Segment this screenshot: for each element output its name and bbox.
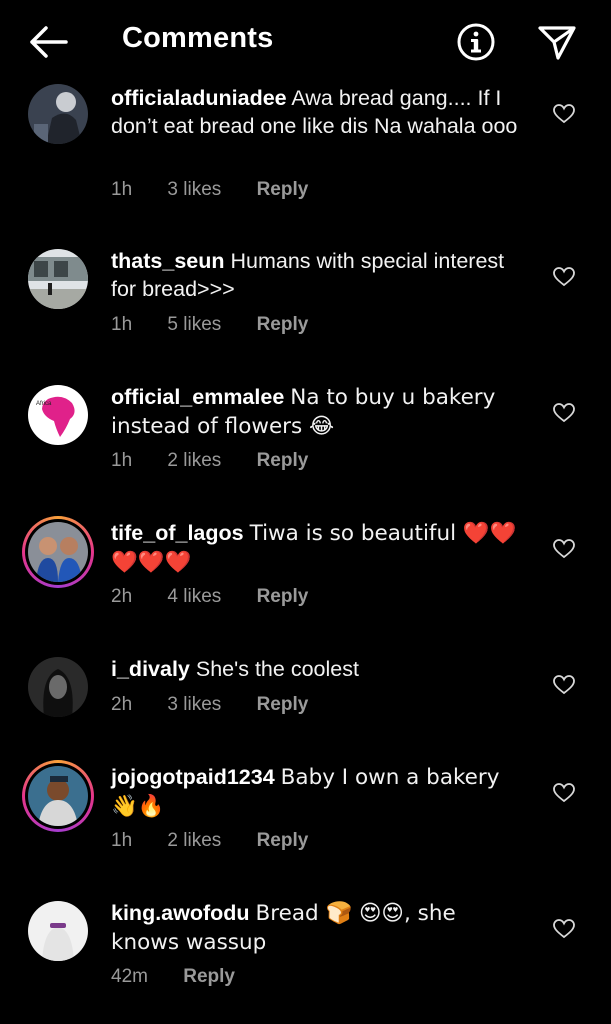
heart-outline-icon[interactable] — [553, 919, 575, 939]
info-icon[interactable] — [456, 22, 496, 62]
comment-username[interactable]: tife_of_lagos — [111, 521, 244, 545]
reply-button[interactable]: Reply — [257, 586, 309, 607]
comment-time: 2h — [111, 694, 133, 715]
avatar[interactable] — [28, 766, 88, 826]
comment-likes[interactable]: 5 likes — [167, 314, 221, 335]
comment-meta: 42m Reply — [111, 966, 265, 988]
reply-button[interactable]: Reply — [257, 450, 309, 471]
comment-meta: 1h 5 likes Reply — [111, 314, 338, 336]
story-ring[interactable] — [22, 760, 94, 832]
comment-time: 1h — [111, 179, 133, 200]
heart-outline-icon[interactable] — [553, 104, 575, 124]
back-arrow-icon[interactable] — [26, 24, 70, 60]
comment-meta: 2h 4 likes Reply — [111, 586, 338, 608]
avatar[interactable] — [28, 84, 88, 144]
avatar[interactable] — [28, 657, 88, 717]
avatar-text: Africa — [36, 401, 52, 407]
heart-outline-icon[interactable] — [553, 675, 575, 695]
comment-text: officialaduniadee Awa bread gang.... If … — [111, 84, 521, 140]
comment-body: She's the coolest — [195, 657, 359, 681]
avatar[interactable]: Africa — [28, 385, 88, 445]
comment-time: 2h — [111, 586, 133, 607]
comment-likes[interactable]: 2 likes — [167, 830, 221, 851]
comment-time: 42m — [111, 966, 148, 987]
comment-text: king.awofodu Bread 🍞 😍😍, she knows wassu… — [111, 899, 521, 957]
comment-text: tife_of_lagos Tiwa is so beautiful ❤️❤️❤… — [111, 519, 521, 577]
comment-text: i_divaly She's the coolest — [111, 655, 521, 683]
comment-time: 1h — [111, 830, 133, 851]
reply-button[interactable]: Reply — [257, 314, 309, 335]
comment-likes[interactable]: 4 likes — [167, 586, 221, 607]
comment-likes[interactable]: 3 likes — [167, 179, 221, 200]
comment-time: 1h — [111, 314, 133, 335]
paper-plane-icon[interactable] — [536, 22, 578, 62]
comment-likes[interactable]: 3 likes — [167, 694, 221, 715]
avatar[interactable] — [28, 522, 88, 582]
comment-username[interactable]: officialaduniadee — [111, 86, 287, 110]
comment-username[interactable]: official_emmalee — [111, 385, 284, 409]
comment-meta: 1h 2 likes Reply — [111, 830, 338, 852]
comment-username[interactable]: king.awofodu — [111, 901, 250, 925]
heart-outline-icon[interactable] — [553, 783, 575, 803]
page-title: Comments — [122, 22, 274, 54]
avatar[interactable] — [28, 249, 88, 309]
reply-button[interactable]: Reply — [257, 179, 309, 200]
comment-meta: 2h 3 likes Reply — [111, 694, 338, 716]
comment-username[interactable]: thats_seun — [111, 249, 225, 273]
comment-username[interactable]: jojogotpaid1234 — [111, 765, 275, 789]
comment-text: thats_seun Humans with special interest … — [111, 247, 521, 303]
reply-button[interactable]: Reply — [257, 830, 309, 851]
comment-meta: 1h 2 likes Reply — [111, 450, 338, 472]
heart-outline-icon[interactable] — [553, 539, 575, 559]
reply-button[interactable]: Reply — [183, 966, 235, 987]
reply-button[interactable]: Reply — [257, 694, 309, 715]
comment-meta: 1h 3 likes Reply — [111, 179, 338, 201]
heart-outline-icon[interactable] — [553, 403, 575, 423]
comment-text: official_emmalee Na to buy u bakery inst… — [111, 383, 521, 441]
comment-time: 1h — [111, 450, 133, 471]
comment-username[interactable]: i_divaly — [111, 657, 190, 681]
avatar[interactable] — [28, 901, 88, 961]
top-bar: Comments — [0, 0, 611, 84]
story-ring[interactable] — [22, 516, 94, 588]
comment-text: jojogotpaid1234 Baby I own a bakery 👋🔥 — [111, 763, 521, 821]
heart-outline-icon[interactable] — [553, 267, 575, 287]
comment-likes[interactable]: 2 likes — [167, 450, 221, 471]
